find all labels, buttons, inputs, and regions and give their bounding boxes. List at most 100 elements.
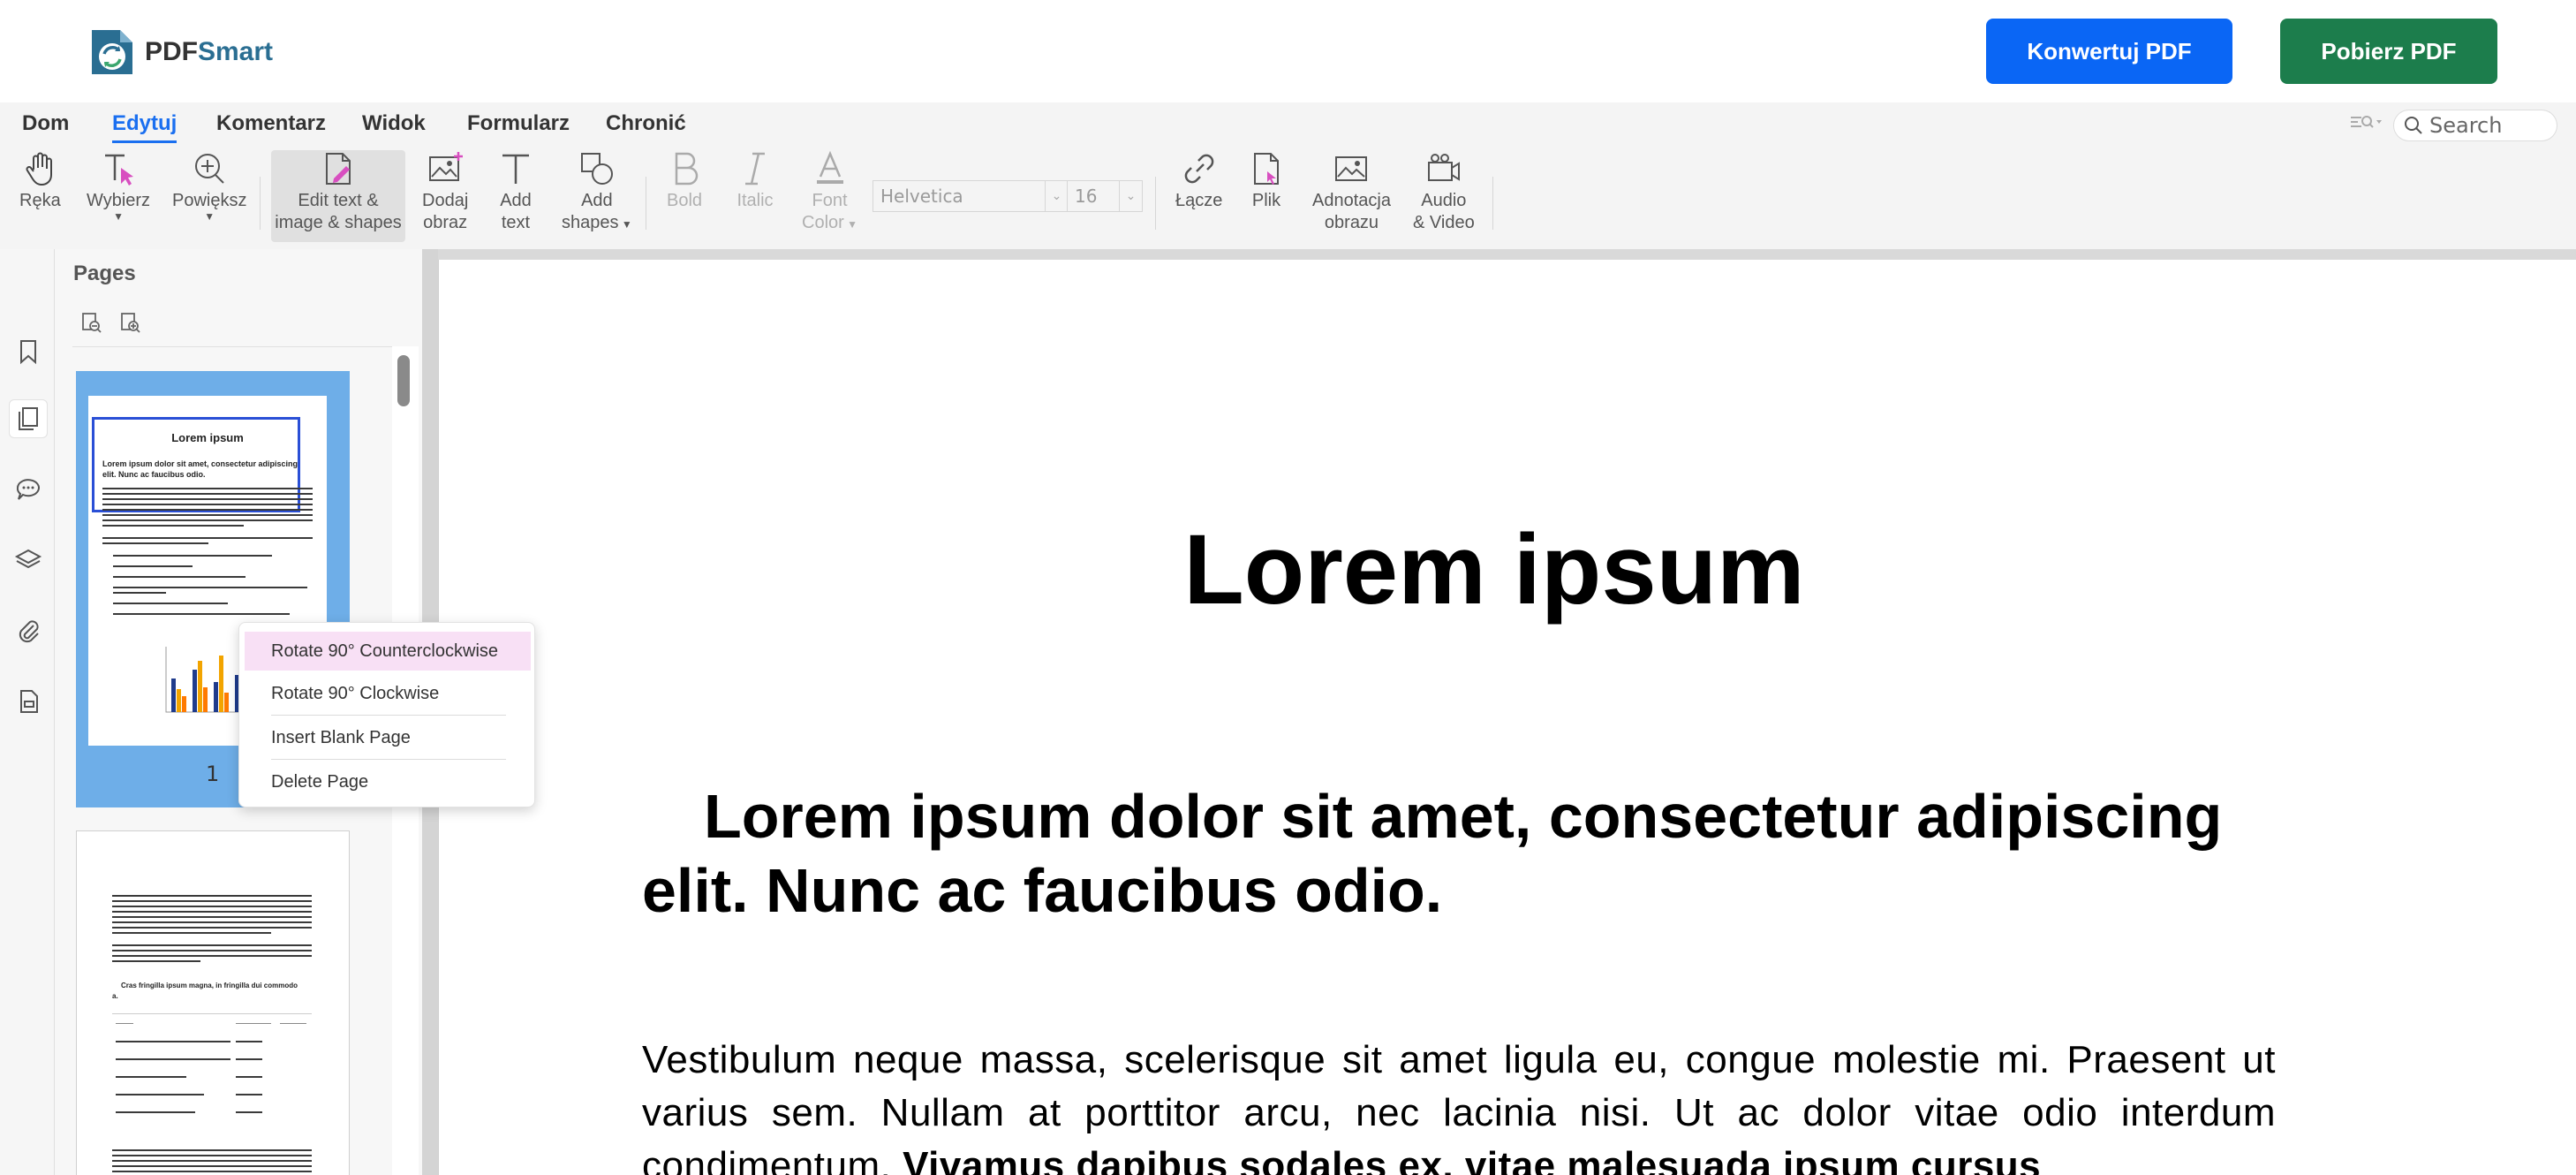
select-tool-label: Wybierz <box>87 191 151 210</box>
image-annotation-tool[interactable]: Adnotacja obrazu <box>1312 150 1391 234</box>
menu-item-edytuj[interactable]: Edytuj <box>112 111 178 143</box>
italic-tool[interactable]: Italic <box>737 150 774 212</box>
audio-video-tool[interactable]: Audio & Video <box>1413 150 1475 234</box>
side-rail <box>0 249 55 1175</box>
bold-icon <box>675 152 699 186</box>
add-text-label-2: text <box>501 213 531 232</box>
image-annotation-label-1: Adnotacja <box>1312 191 1391 210</box>
zoom-icon <box>195 154 224 184</box>
menu-item-chronic[interactable]: Chronić <box>606 111 686 136</box>
page-context-menu: Rotate 90° Counterclockwise Rotate 90° C… <box>238 622 535 807</box>
file-attach-icon <box>1254 153 1279 185</box>
font-size-select[interactable]: 16 ⌄ <box>1067 180 1143 212</box>
pdfsmart-logo-icon <box>87 27 136 78</box>
logo-text: PDFSmart <box>145 37 273 67</box>
form-icon <box>20 690 38 713</box>
hand-icon <box>26 152 53 186</box>
image-annotation-label-2: obrazu <box>1324 213 1379 232</box>
search-input[interactable]: Search <box>2429 113 2502 138</box>
rotate-counterclockwise-menu-item[interactable]: Rotate 90° Counterclockwise <box>245 632 531 671</box>
font-color-label-2: Color ▼ <box>802 212 857 234</box>
thumb-2-table <box>112 1013 312 1137</box>
comments-button[interactable] <box>9 470 48 509</box>
font-family-select[interactable]: Helvetica ⌄ <box>873 180 1069 212</box>
convert-pdf-button[interactable]: Konwertuj PDF <box>1986 19 2232 84</box>
download-pdf-button[interactable]: Pobierz PDF <box>2280 19 2497 84</box>
audio-video-label-1: Audio <box>1421 191 1467 210</box>
font-color-tool[interactable]: Font Color ▼ <box>802 150 857 234</box>
add-shapes-tool[interactable]: Add shapes ▼ <box>562 150 632 234</box>
add-shapes-label-text: shapes <box>562 213 619 232</box>
add-text-tool[interactable]: Add text <box>497 150 534 234</box>
logo-text-pdf: PDF <box>145 37 198 66</box>
select-dropdown-icon: ▼ <box>113 210 124 223</box>
document-subtitle: Lorem ipsum dolor sit amet, consectetur … <box>642 782 2223 925</box>
pages-scrollbar-thumb[interactable] <box>397 355 410 406</box>
menu-item-formularz[interactable]: Formularz <box>467 111 570 136</box>
search-mode-dropdown[interactable] <box>2349 113 2384 137</box>
chevron-down-icon: ⌄ <box>1045 181 1068 211</box>
document-page: Lorem ipsum Lorem ipsum dolor sit amet, … <box>438 260 2571 1175</box>
select-text-icon <box>105 154 134 186</box>
delete-page-menu-item[interactable]: Delete Page <box>245 762 531 801</box>
file-tool[interactable]: Plik <box>1248 150 1285 212</box>
thumb-2-heading-2: a. <box>112 992 118 1000</box>
pages-panel-divider <box>72 346 397 347</box>
toolbar-separator <box>1155 177 1156 230</box>
hand-tool[interactable]: Ręka <box>19 150 61 212</box>
zoom-tool[interactable]: Powiększ ▼ <box>172 150 247 222</box>
document-top-border <box>422 249 2576 260</box>
link-icon <box>1184 154 1213 184</box>
app-logo[interactable]: PDFSmart <box>87 27 273 78</box>
document-title: Lorem ipsum <box>1183 514 1805 625</box>
edit-text-image-tool[interactable]: Edit text & image & shapes <box>271 150 405 242</box>
edit-document-icon <box>326 153 351 185</box>
toolbar-separator <box>260 177 261 230</box>
page-1-number: 1 <box>206 762 220 786</box>
paperclip-icon <box>19 620 39 643</box>
chevron-down-icon: ⌄ <box>1119 181 1142 211</box>
add-shapes-dropdown-icon: ▼ <box>618 218 632 231</box>
zoom-in-pages-icon[interactable] <box>118 311 141 334</box>
menu-bar: Dom Edytuj Komentarz Widok Formularz Chr… <box>0 102 2576 147</box>
layers-button[interactable] <box>9 541 48 580</box>
search-mode-icon <box>2351 116 2382 128</box>
text-icon <box>502 154 529 184</box>
pages-button[interactable] <box>9 399 48 438</box>
zoom-out-pages-icon[interactable] <box>79 311 102 334</box>
search-box[interactable]: Search <box>2393 110 2557 141</box>
add-shapes-label-2: shapes ▼ <box>562 212 632 234</box>
app-window: PDFSmart Konwertuj PDF Pobierz PDF Dom E… <box>0 0 2576 1175</box>
insert-blank-page-menu-item[interactable]: Insert Blank Page <box>245 718 531 757</box>
edit-text-label-1: Edit text & <box>298 191 379 210</box>
hand-tool-label: Ręka <box>19 191 61 210</box>
attachments-button[interactable] <box>9 611 48 650</box>
logo-text-smart: Smart <box>198 37 274 66</box>
add-image-label-1: Dodaj <box>422 191 469 210</box>
shapes-icon <box>580 153 613 185</box>
bookmarks-button[interactable] <box>9 332 48 371</box>
add-image-label-2: obraz <box>423 213 468 232</box>
add-image-tool[interactable]: Dodaj obraz <box>422 150 468 234</box>
link-tool-label: Łącze <box>1175 191 1223 210</box>
search-icon <box>2405 117 2422 134</box>
page-thumbnail-2[interactable]: Cras fringilla ipsum magna, in fringilla… <box>76 830 350 1175</box>
top-header: PDFSmart Konwertuj PDF Pobierz PDF <box>0 0 2576 102</box>
bold-tool[interactable]: Bold <box>666 150 703 212</box>
comment-icon <box>16 479 40 500</box>
select-tool[interactable]: Wybierz ▼ <box>87 150 151 223</box>
pages-panel-tools <box>79 311 141 334</box>
menu-item-widok[interactable]: Widok <box>362 111 426 136</box>
rotate-clockwise-menu-item[interactable]: Rotate 90° Clockwise <box>245 674 531 713</box>
italic-icon <box>745 152 765 186</box>
audio-video-label-2: & Video <box>1413 213 1475 232</box>
zoom-tool-label: Powiększ <box>172 191 247 210</box>
document-viewer[interactable]: Lorem ipsum Lorem ipsum dolor sit amet, … <box>438 260 2576 1175</box>
pages-panel-title: Pages <box>73 262 136 285</box>
bold-tool-label: Bold <box>666 191 703 210</box>
menu-item-dom[interactable]: Dom <box>22 111 69 136</box>
context-menu-divider <box>271 759 506 760</box>
form-fields-button[interactable] <box>9 682 48 721</box>
menu-item-komentarz[interactable]: Komentarz <box>216 111 326 136</box>
link-tool[interactable]: Łącze <box>1175 150 1222 212</box>
